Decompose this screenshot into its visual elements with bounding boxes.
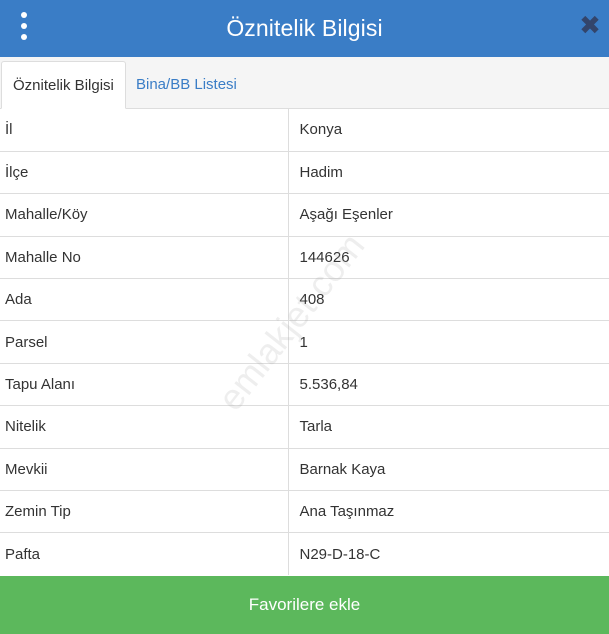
table-row: Mahalle/Köy Aşağı Eşenler	[0, 193, 609, 237]
attribute-key: Zemin Tip	[0, 490, 289, 533]
close-icon[interactable]: ✖	[579, 11, 601, 39]
menu-dot	[21, 12, 27, 18]
tab-bar: Öznitelik Bilgisi Bina/BB Listesi	[0, 57, 609, 109]
table-row: Parsel 1	[0, 320, 609, 364]
attribute-value: 408	[288, 278, 609, 321]
attribute-value: 5.536,84	[288, 362, 609, 406]
table-row: İlçe Hadim	[0, 150, 609, 194]
table-row: Mahalle No 144626	[0, 235, 609, 279]
kebab-menu-icon[interactable]	[14, 12, 34, 40]
table-row: Pafta N29-D-18-C	[0, 532, 609, 576]
attribute-key: Mahalle No	[0, 235, 289, 279]
attribute-value: N29-D-18-C	[288, 532, 609, 576]
table-row: İl Konya	[0, 109, 609, 152]
attribute-value: Tarla	[288, 405, 609, 449]
attribute-value: Ana Taşınmaz	[288, 490, 609, 533]
add-to-favorites-button[interactable]: Favorilere ekle	[0, 576, 609, 634]
attribute-key: İl	[0, 109, 289, 152]
menu-dot	[21, 34, 27, 40]
tab-oznitelik-bilgisi[interactable]: Öznitelik Bilgisi	[1, 61, 126, 109]
attribute-key: İlçe	[0, 150, 289, 194]
attribute-table: İl Konya İlçe Hadim Mahalle/Köy Aşağı Eş…	[0, 109, 609, 576]
attribute-key: Tapu Alanı	[0, 362, 289, 406]
table-row: Ada 408	[0, 278, 609, 321]
attribute-key: Ada	[0, 278, 289, 321]
attribute-key: Mahalle/Köy	[0, 193, 289, 237]
attribute-key: Mevkii	[0, 447, 289, 491]
table-row: Nitelik Tarla	[0, 405, 609, 449]
table-row: Tapu Alanı 5.536,84	[0, 362, 609, 406]
attribute-value: Hadim	[288, 150, 609, 194]
tab-bina-bb-listesi[interactable]: Bina/BB Listesi	[125, 61, 248, 109]
attribute-value: 1	[288, 320, 609, 364]
attribute-value: Konya	[299, 121, 343, 139]
attribute-value: 144626	[288, 235, 609, 279]
attribute-key: Nitelik	[0, 405, 289, 449]
dialog-header: Öznitelik Bilgisi ✖	[0, 0, 609, 57]
attribute-key: Pafta	[0, 532, 289, 576]
menu-dot	[21, 23, 27, 29]
table-row: Zemin Tip Ana Taşınmaz	[0, 490, 609, 533]
attribute-value: Aşağı Eşenler	[288, 193, 609, 237]
attribute-key: Parsel	[0, 320, 289, 364]
dialog-title: Öznitelik Bilgisi	[226, 15, 383, 41]
table-row: Mevkii Barnak Kaya	[0, 447, 609, 491]
attribute-value: Barnak Kaya	[288, 447, 609, 491]
